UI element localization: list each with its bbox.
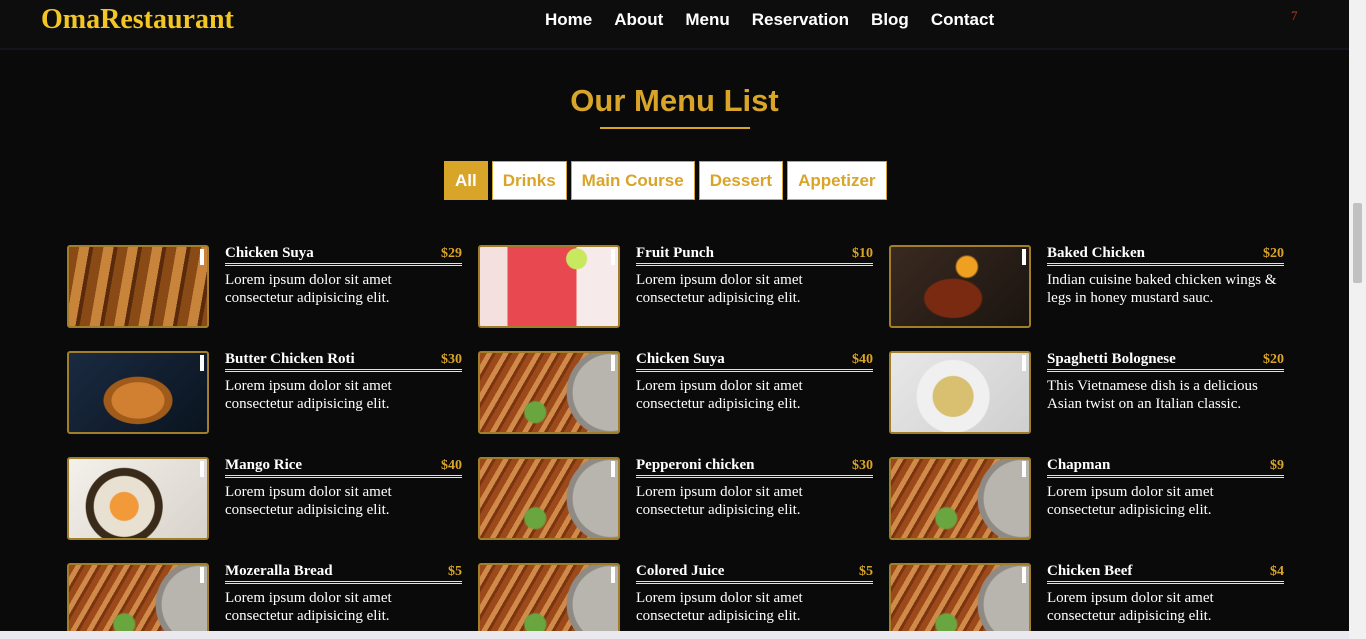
filter-bar: All Drinks Main Course Dessert Appetizer: [444, 161, 891, 200]
pizza-photo: [478, 457, 620, 540]
item-desc: Lorem ipsum dolor sit amet consectetur a…: [1047, 484, 1214, 518]
butter-chicken-roti-photo: [67, 351, 209, 434]
menu-item[interactable]: Fruit Punch $10 Lorem ipsum dolor sit amet…: [478, 245, 873, 328]
menu-item[interactable]: Baked Chicken $20 Indian cuisine baked chi…: [889, 245, 1284, 328]
section-title: Our Menu List: [570, 83, 779, 118]
pizza-photo: [889, 563, 1031, 639]
title-underline: [600, 127, 750, 129]
nav-reservation[interactable]: Reservation: [752, 10, 849, 30]
menu-item[interactable]: Chicken Suya $40 Lorem ipsum dolor sit ame…: [478, 351, 873, 434]
item-name: Mango Rice: [225, 457, 303, 473]
item-name: Pepperoni chicken: [636, 457, 755, 473]
item-name: Chicken Suya: [636, 351, 725, 367]
menu-item[interactable]: Pepperoni chicken $30 Lorem ipsum dolor si…: [478, 457, 873, 540]
filter-appetizer-button[interactable]: Appetizer: [787, 161, 887, 200]
filter-dessert-button[interactable]: Dessert: [698, 161, 784, 200]
item-name: Chapman: [1047, 457, 1111, 473]
baked-chicken-photo: [889, 245, 1031, 328]
item-desc: Lorem ipsum dolor sit amet consectetur a…: [636, 378, 803, 412]
menu-item[interactable]: Chapman $9 Lorem ipsum dolor sit amet cons…: [889, 457, 1284, 540]
item-price: $30: [441, 352, 462, 367]
pizza-photo: [478, 351, 620, 434]
item-price: $5: [859, 564, 873, 579]
item-price: $5: [448, 564, 462, 579]
scrollbar[interactable]: [1349, 0, 1366, 639]
nav-contact[interactable]: Contact: [931, 10, 994, 30]
item-price: $4: [1270, 564, 1284, 579]
item-desc: Lorem ipsum dolor sit amet consectetur a…: [225, 484, 392, 518]
item-name: Chicken Beef: [1047, 563, 1133, 579]
nav-links: Home About Menu Reservation Blog Contact: [545, 10, 1016, 30]
mango-rice-photo: [67, 457, 209, 540]
menu-item[interactable]: Mango Rice $40 Lorem ipsum dolor sit amet …: [67, 457, 462, 540]
item-price: $40: [852, 352, 873, 367]
item-price: $10: [852, 246, 873, 261]
filter-all-button[interactable]: All: [444, 161, 488, 200]
item-name: Spaghetti Bolognese: [1047, 351, 1176, 367]
item-price: $29: [441, 246, 462, 261]
menu-item[interactable]: Colored Juice $5 Lorem ipsum dolor sit ame…: [478, 563, 873, 639]
pizza-photo: [889, 457, 1031, 540]
nav-blog[interactable]: Blog: [871, 10, 909, 30]
item-desc: Lorem ipsum dolor sit amet consectetur a…: [1047, 590, 1214, 624]
item-desc: Lorem ipsum dolor sit amet consectetur a…: [225, 378, 392, 412]
brand-logo[interactable]: OmaRestaurant: [41, 4, 234, 36]
nav-about[interactable]: About: [614, 10, 663, 30]
menu-item[interactable]: Mozeralla Bread $5 Lorem ipsum dolor sit a…: [67, 563, 462, 639]
menu-item[interactable]: Butter Chicken Roti $30 Lorem ipsum dolor …: [67, 351, 462, 434]
item-price: $20: [1263, 246, 1284, 261]
filter-drinks-button[interactable]: Drinks: [491, 161, 567, 200]
nav-home[interactable]: Home: [545, 10, 592, 30]
pizza-photo: [67, 563, 209, 639]
item-desc: Lorem ipsum dolor sit amet consectetur a…: [225, 272, 392, 306]
item-desc: Lorem ipsum dolor sit amet consectetur a…: [636, 590, 803, 624]
item-name: Mozeralla Bread: [225, 563, 333, 579]
scrollbar-thumb[interactable]: [1353, 203, 1362, 283]
item-price: $30: [852, 458, 873, 473]
item-desc: Lorem ipsum dolor sit amet consectetur a…: [636, 484, 803, 518]
item-desc: Lorem ipsum dolor sit amet consectetur a…: [225, 590, 392, 624]
item-desc: This Vietnamese dish is a delicious Asia…: [1047, 378, 1258, 412]
bottom-strip: [0, 631, 1349, 639]
item-price: $9: [1270, 458, 1284, 473]
item-name: Butter Chicken Roti: [225, 351, 355, 367]
cart-count-badge[interactable]: 7: [1291, 8, 1298, 24]
navbar: OmaRestaurant Home About Menu Reservatio…: [0, 0, 1349, 50]
nav-menu[interactable]: Menu: [685, 10, 729, 30]
item-price: $40: [441, 458, 462, 473]
chicken-suya-photo: [67, 245, 209, 328]
item-name: Chicken Suya: [225, 245, 314, 261]
item-price: $20: [1263, 352, 1284, 367]
menu-item[interactable]: Chicken Suya $29 Lorem ipsum dolor sit ame…: [67, 245, 462, 328]
menu-item[interactable]: Spaghetti Bolognese $20 This Vietnamese di…: [889, 351, 1284, 434]
filter-main-course-button[interactable]: Main Course: [570, 161, 695, 200]
spaghetti-photo: [889, 351, 1031, 434]
item-name: Baked Chicken: [1047, 245, 1145, 261]
item-name: Colored Juice: [636, 563, 725, 579]
item-desc: Lorem ipsum dolor sit amet consectetur a…: [636, 272, 803, 306]
item-name: Fruit Punch: [636, 245, 714, 261]
fruit-punch-photo: [478, 245, 620, 328]
menu-item[interactable]: Chicken Beef $4 Lorem ipsum dolor sit amet…: [889, 563, 1284, 639]
item-desc: Indian cuisine baked chicken wings & leg…: [1047, 272, 1277, 306]
menu-grid: Chicken Suya $29 Lorem ipsum dolor sit ame…: [67, 245, 1284, 639]
pizza-photo: [478, 563, 620, 639]
